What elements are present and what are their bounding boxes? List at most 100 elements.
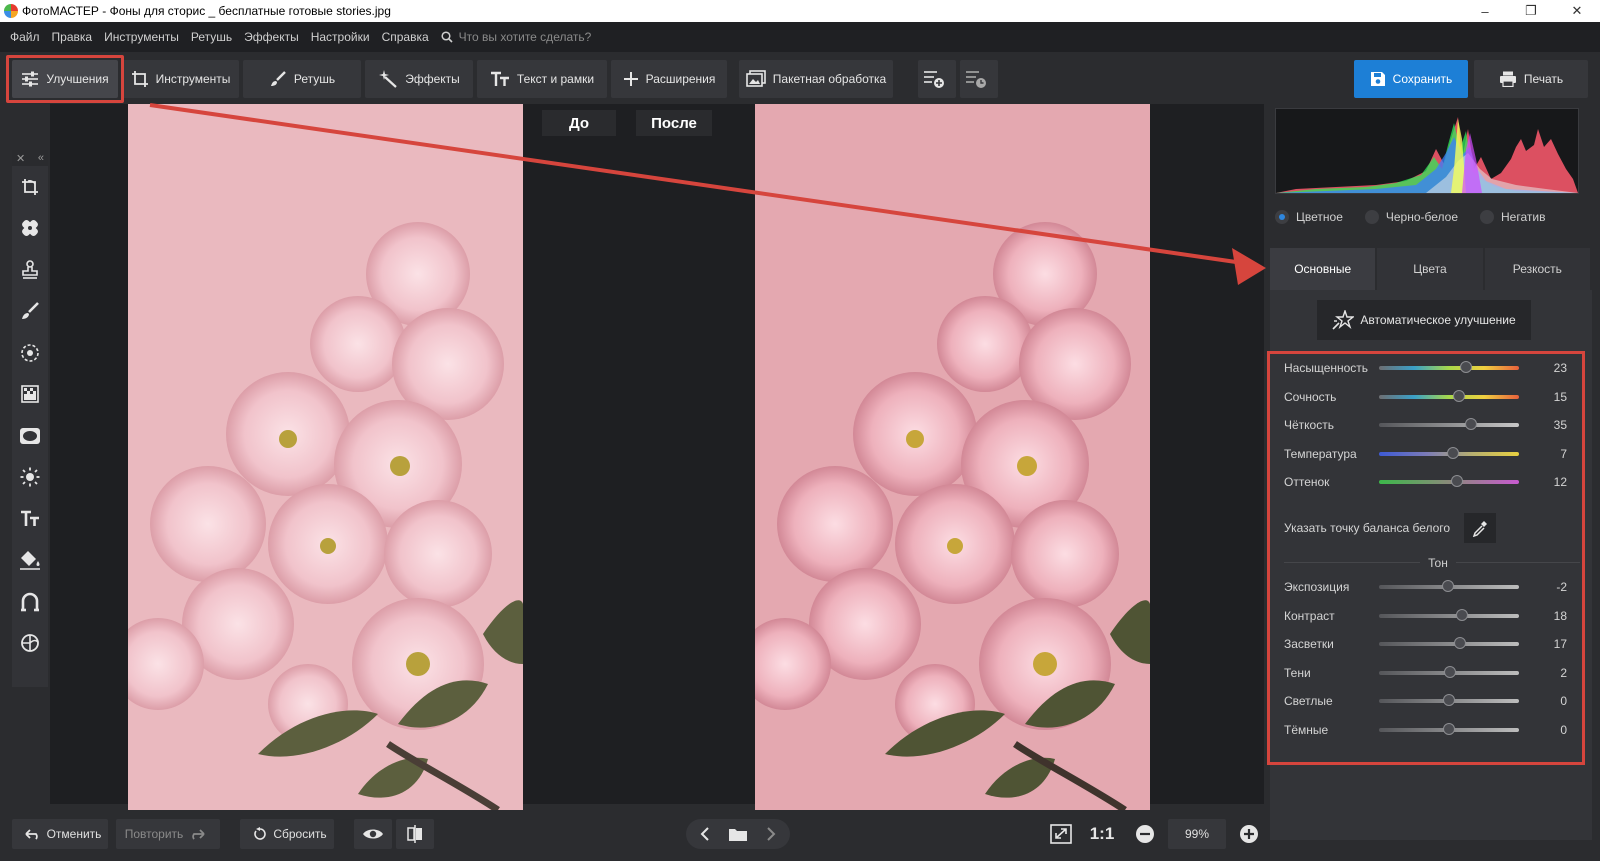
after-photo [755,104,1150,810]
tab-improvements[interactable]: Улучшения [12,60,118,98]
eye-icon [363,829,383,839]
tab-effects[interactable]: Эффекты [365,60,473,98]
mode-negative[interactable]: Негатив [1480,210,1545,224]
menu-edit[interactable]: Правка [46,30,99,44]
zoom-level-field[interactable]: 99% [1168,819,1226,849]
close-button[interactable]: ✕ [1554,3,1600,19]
print-button[interactable]: Печать [1474,60,1588,98]
tool-radial[interactable] [12,332,48,374]
images-stack-icon [745,70,766,87]
color-mode-selector: Цветное Черно-белое Негатив [1275,210,1545,224]
preview-toggle-button[interactable] [354,819,392,849]
paint-bucket-icon [20,551,40,571]
chevron-left-icon[interactable] [700,827,710,841]
reset-button[interactable]: Сбросить [240,819,334,849]
compare-button[interactable] [396,819,434,849]
redo-button[interactable]: Повторить [116,819,220,849]
tab-sharpness[interactable]: Резкость [1484,248,1590,290]
crop-rotate-icon [22,178,38,195]
mode-negative-label: Негатив [1501,210,1546,224]
histogram [1275,108,1579,194]
radio-color[interactable] [1275,210,1289,224]
globe-icon [21,634,39,653]
tab-tools[interactable]: Инструменты [122,60,239,98]
preset-history-button[interactable] [960,60,998,98]
undo-button[interactable]: Отменить [12,819,108,849]
menu-tools[interactable]: Инструменты [98,30,185,44]
close-panel-icon[interactable]: ✕ [16,152,25,165]
radio-negative[interactable] [1480,210,1495,224]
sparkle-star-icon [1332,310,1355,330]
tool-panel-header: ✕ « [12,150,48,166]
left-tool-panel: ✕ « [12,150,48,687]
mode-color[interactable]: Цветное [1275,210,1343,224]
redo-icon [192,829,205,840]
menu-settings[interactable]: Настройки [305,30,376,44]
brush-icon [270,71,286,86]
actual-size-button[interactable]: 1:1 [1084,819,1120,849]
tool-globe[interactable] [12,623,48,665]
save-button[interactable]: Сохранить [1354,60,1468,98]
reset-label: Сбросить [273,827,327,841]
after-label: После [636,110,712,136]
stamp-icon [22,259,38,279]
auto-enhance-button[interactable]: Автоматическое улучшение [1317,300,1531,340]
sliders-icon [22,71,39,87]
zoom-out-button[interactable] [1128,819,1162,849]
tool-light[interactable] [12,457,48,499]
menu-help[interactable]: Справка [376,30,435,44]
tab-retouch[interactable]: Ретушь [243,60,361,98]
vignette-icon [20,427,40,444]
main-toolbar: Улучшения Инструменты Ретушь Эффекты Тек… [0,52,1600,104]
bottom-bar: Отменить Повторить Сбросить 1:1 99% [0,815,1264,861]
file-navigation [686,819,790,849]
tab-basic[interactable]: Основные [1270,248,1376,290]
tool-curves[interactable] [12,581,48,623]
tab-extensions[interactable]: Расширения [611,60,727,98]
histogram-graph [1276,117,1578,193]
radial-filter-icon [21,343,39,362]
photo-editor-window: ФотоМАСТЕР - Фоны для сторис _ бесплатны… [0,0,1600,861]
tab-extensions-label: Расширения [645,72,716,86]
command-search[interactable]: Что вы хотите сделать? [441,30,591,44]
flowers-image [128,104,523,810]
auto-enhance-label: Автоматическое улучшение [1360,313,1516,327]
text-icon [490,71,509,86]
minimize-button[interactable]: – [1462,4,1508,19]
tool-stamp[interactable] [12,249,48,291]
folder-icon[interactable] [728,826,748,842]
fit-to-screen-button[interactable] [1044,819,1078,849]
before-photo [128,104,523,810]
tool-text[interactable] [12,498,48,540]
chevron-right-icon[interactable] [766,827,776,841]
undo-icon [24,829,38,840]
mode-color-label: Цветное [1296,210,1343,224]
menu-retouch[interactable]: Ретушь [185,30,238,44]
redo-label: Повторить [124,827,184,841]
mode-bw[interactable]: Черно-белое [1364,210,1458,224]
add-preset-button[interactable] [918,60,956,98]
menu-bar: Файл Правка Инструменты Ретушь Эффекты Н… [0,22,1600,52]
tool-crop[interactable] [12,166,48,208]
radio-bw[interactable] [1364,210,1379,224]
before-label: До [542,110,616,136]
tool-fill[interactable] [12,540,48,582]
tool-brush[interactable] [12,291,48,333]
batch-processing-label: Пакетная обработка [772,72,887,86]
tool-gradient[interactable] [12,374,48,416]
batch-processing-button[interactable]: Пакетная обработка [739,60,893,98]
zoom-in-button[interactable] [1232,819,1266,849]
menu-effects[interactable]: Эффекты [238,30,305,44]
tab-text-frames[interactable]: Текст и рамки [477,60,607,98]
tool-healing[interactable] [12,208,48,250]
window-title: ФотоМАСТЕР - Фоны для сторис _ бесплатны… [22,4,391,18]
menu-file[interactable]: Файл [0,30,46,44]
printer-icon [1499,71,1516,87]
collapse-panel-icon[interactable]: « [38,152,44,164]
restore-button[interactable]: ❐ [1508,3,1554,19]
fit-screen-icon [1050,824,1072,844]
tab-colors[interactable]: Цвета [1377,248,1483,290]
floppy-disk-icon [1370,72,1385,86]
tool-vignette[interactable] [12,415,48,457]
sliders-clock-icon [965,71,986,88]
